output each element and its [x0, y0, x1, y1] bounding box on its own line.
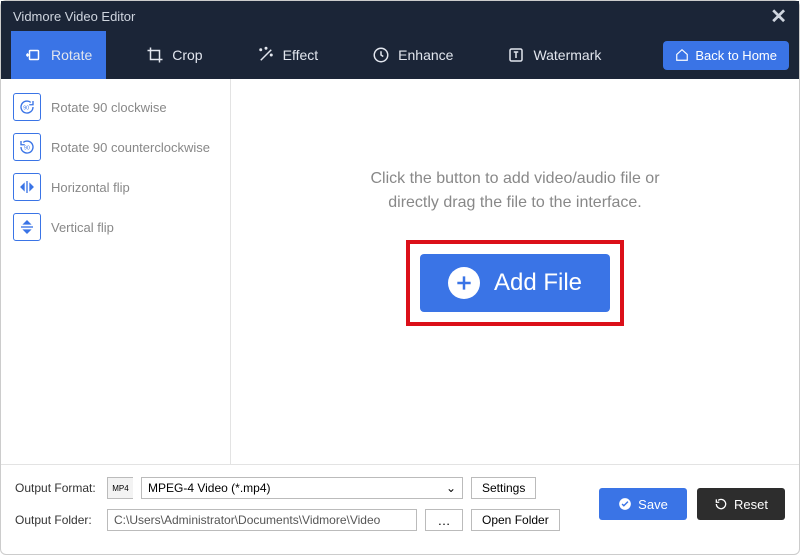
sidebar-item-rotate-cw[interactable]: 90 Rotate 90 clockwise	[13, 93, 218, 121]
close-icon[interactable]: ✕	[770, 4, 787, 29]
reset-icon	[714, 497, 728, 511]
save-label: Save	[638, 497, 668, 512]
app-title: Vidmore Video Editor	[13, 9, 135, 24]
output-format-value: MPEG-4 Video (*.mp4)	[148, 481, 271, 495]
tab-enhance[interactable]: Enhance	[358, 31, 467, 79]
sidebar-item-vertical-flip[interactable]: Vertical flip	[13, 213, 218, 241]
sidebar-item-label: Horizontal flip	[51, 180, 130, 195]
vertical-flip-icon	[13, 213, 41, 241]
output-folder-value: C:\Users\Administrator\Documents\Vidmore…	[114, 513, 380, 527]
hint-text: Click the button to add video/audio file…	[370, 167, 659, 215]
horizontal-flip-icon	[13, 173, 41, 201]
sidebar-item-label: Vertical flip	[51, 220, 114, 235]
tab-crop[interactable]: Crop	[132, 31, 216, 79]
watermark-icon	[507, 46, 525, 64]
open-folder-button[interactable]: Open Folder	[471, 509, 560, 531]
add-file-button[interactable]: Add File	[420, 254, 610, 312]
rotate-cw-icon: 90	[13, 93, 41, 121]
sidebar: 90 Rotate 90 clockwise 90 Rotate 90 coun…	[1, 79, 231, 464]
crop-icon	[146, 46, 164, 64]
enhance-icon	[372, 46, 390, 64]
action-buttons: Save Reset	[599, 488, 785, 520]
sidebar-item-label: Rotate 90 counterclockwise	[51, 140, 210, 155]
output-folder-row: Output Folder: C:\Users\Administrator\Do…	[15, 509, 599, 531]
bottom-panel: Output Format: MP4 MPEG-4 Video (*.mp4) …	[1, 464, 799, 543]
home-icon	[675, 48, 689, 62]
rotate-ccw-icon: 90	[13, 133, 41, 161]
tab-label: Rotate	[51, 47, 92, 63]
browse-label: …	[438, 513, 451, 528]
output-folder-label: Output Folder:	[15, 513, 99, 527]
output-folder-field[interactable]: C:\Users\Administrator\Documents\Vidmore…	[107, 509, 417, 531]
svg-text:90: 90	[24, 145, 30, 151]
check-icon	[618, 497, 632, 511]
add-file-label: Add File	[494, 269, 582, 297]
back-to-home-button[interactable]: Back to Home	[663, 41, 789, 70]
open-folder-label: Open Folder	[482, 513, 549, 527]
content-area: Click the button to add video/audio file…	[231, 79, 799, 464]
tab-effect[interactable]: Effect	[243, 31, 333, 79]
sidebar-item-label: Rotate 90 clockwise	[51, 100, 167, 115]
sidebar-item-rotate-ccw[interactable]: 90 Rotate 90 counterclockwise	[13, 133, 218, 161]
main-area: 90 Rotate 90 clockwise 90 Rotate 90 coun…	[1, 79, 799, 464]
titlebar: Vidmore Video Editor ✕	[1, 1, 799, 31]
format-prefix-icon: MP4	[107, 477, 133, 499]
chevron-down-icon: ⌄	[446, 481, 456, 495]
output-format-select[interactable]: MPEG-4 Video (*.mp4) ⌄	[141, 477, 463, 499]
home-label: Back to Home	[695, 48, 777, 63]
tab-label: Watermark	[533, 47, 601, 63]
tab-label: Enhance	[398, 47, 453, 63]
settings-label: Settings	[482, 481, 525, 495]
add-file-highlight: Add File	[406, 240, 624, 326]
plus-icon	[448, 267, 480, 299]
rotate-icon	[25, 46, 43, 64]
settings-button[interactable]: Settings	[471, 477, 536, 499]
save-button[interactable]: Save	[599, 488, 687, 520]
tab-label: Effect	[283, 47, 319, 63]
tab-label: Crop	[172, 47, 202, 63]
output-format-row: Output Format: MP4 MPEG-4 Video (*.mp4) …	[15, 477, 599, 499]
tab-rotate[interactable]: Rotate	[11, 31, 106, 79]
hint-line: directly drag the file to the interface.	[370, 191, 659, 215]
tab-watermark[interactable]: Watermark	[493, 31, 615, 79]
sidebar-item-horizontal-flip[interactable]: Horizontal flip	[13, 173, 218, 201]
reset-button[interactable]: Reset	[697, 488, 785, 520]
reset-label: Reset	[734, 497, 768, 512]
effect-icon	[257, 46, 275, 64]
browse-button[interactable]: …	[425, 509, 463, 531]
top-nav: Rotate Crop Effect Enhance Watermark Bac…	[1, 31, 799, 79]
svg-text:90: 90	[23, 105, 29, 111]
output-format-label: Output Format:	[15, 481, 99, 495]
hint-line: Click the button to add video/audio file…	[370, 167, 659, 191]
